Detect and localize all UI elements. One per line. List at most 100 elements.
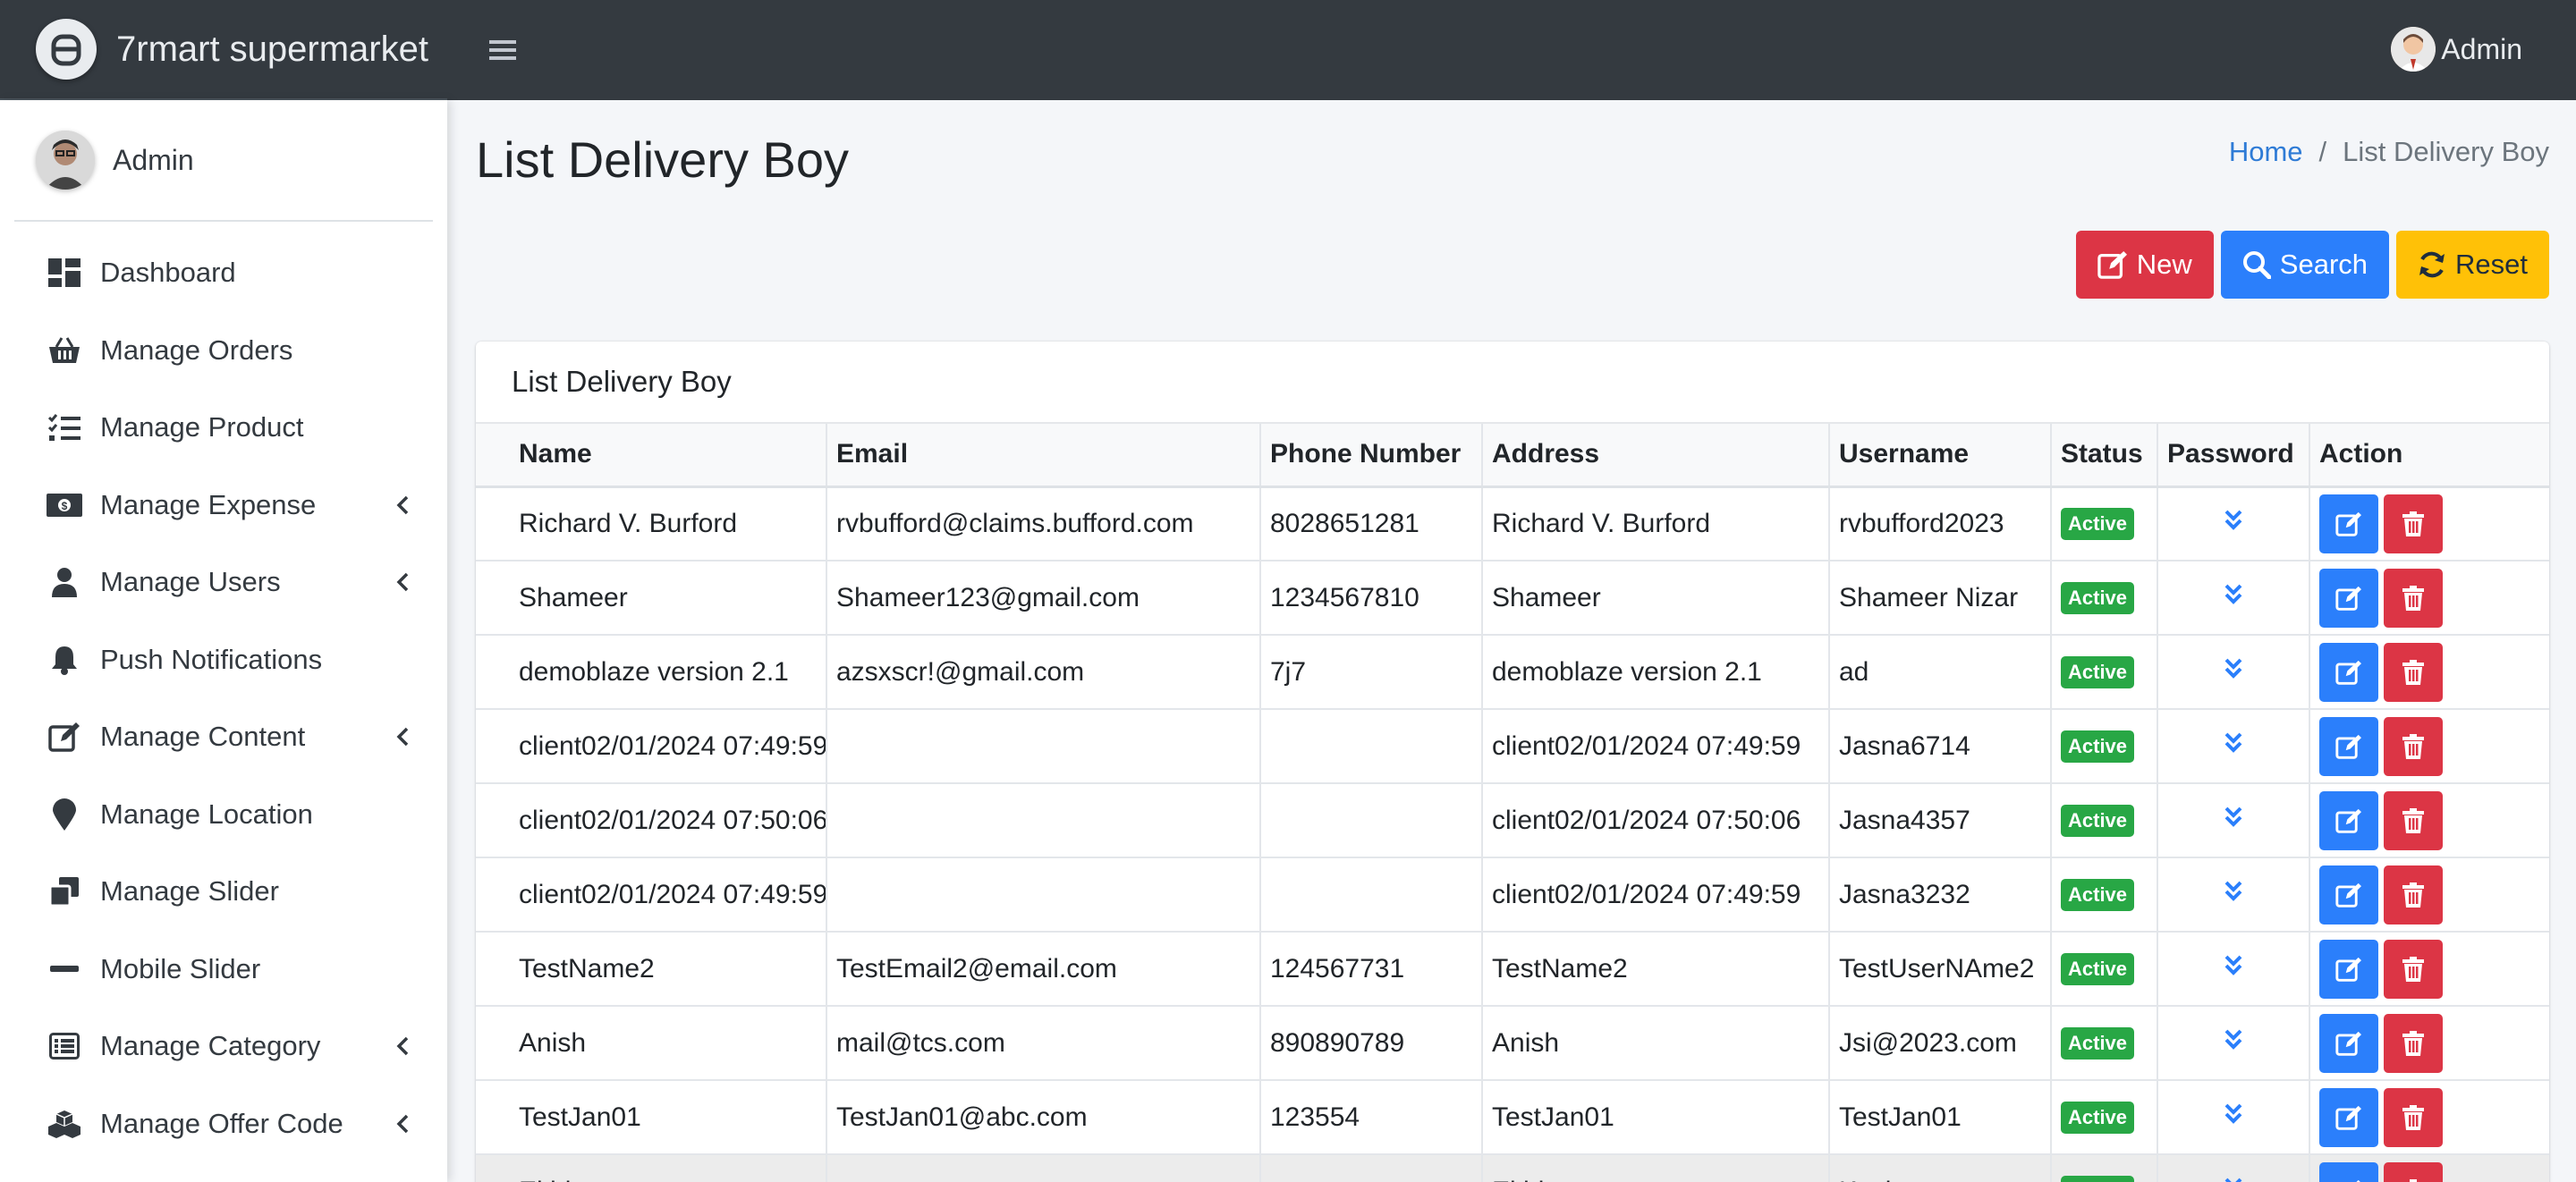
delete-row-button[interactable] <box>2384 865 2443 924</box>
sidebar-user-name: Admin <box>113 143 194 176</box>
column-header[interactable]: Name <box>476 424 827 488</box>
edit-row-button[interactable] <box>2319 568 2378 628</box>
edit-icon <box>2335 1031 2361 1056</box>
password-toggle-double-chevron-down-icon[interactable] <box>2224 1177 2243 1182</box>
column-header[interactable]: Password <box>2157 424 2310 488</box>
status-badge[interactable]: Active <box>2061 953 2135 985</box>
edit-row-button[interactable] <box>2319 716 2378 776</box>
password-toggle-double-chevron-down-icon[interactable] <box>2224 1028 2243 1059</box>
sidebar-item-manage-offer-code[interactable]: Manage Offer Code <box>0 1085 447 1163</box>
cell-name: client02/01/2024 07:49:59 <box>476 857 827 933</box>
status-badge[interactable]: Active <box>2061 805 2135 837</box>
cell-name: client02/01/2024 07:49:59 <box>476 709 827 784</box>
edit-row-button[interactable] <box>2319 1161 2378 1182</box>
password-toggle-double-chevron-down-icon[interactable] <box>2224 657 2243 688</box>
password-toggle-double-chevron-down-icon[interactable] <box>2224 583 2243 613</box>
sidebar-item-manage-expense[interactable]: $ Manage Expense <box>0 467 447 545</box>
column-header[interactable]: Status <box>2051 424 2158 488</box>
sidebar-item-manage-content[interactable]: Manage Content <box>0 698 447 776</box>
edit-row-button[interactable] <box>2319 642 2378 702</box>
sidebar-item-manage-location[interactable]: Manage Location <box>0 776 447 854</box>
password-toggle-double-chevron-down-icon[interactable] <box>2224 1102 2243 1133</box>
trash-icon <box>2402 807 2424 833</box>
edit-icon <box>2097 250 2127 279</box>
table-body: Richard V. Burford rvbufford@claims.buff… <box>476 486 2549 1182</box>
password-toggle-double-chevron-down-icon[interactable] <box>2224 731 2243 762</box>
trash-icon <box>2402 511 2424 536</box>
table-row: Anish mail@tcs.com 890890789 Anish Jsi@2… <box>476 1006 2549 1081</box>
sidebar-item-manage-users[interactable]: Manage Users <box>0 544 447 621</box>
sidebar-item-manage-product[interactable]: Manage Product <box>0 389 447 467</box>
edit-icon <box>47 719 82 755</box>
cell-action <box>2309 635 2549 710</box>
cell-status: Active <box>2051 857 2158 933</box>
sidebar-item-label: Manage Offer Code <box>100 1107 343 1139</box>
status-badge[interactable]: Active <box>2061 730 2135 763</box>
status-badge[interactable]: Active <box>2061 1027 2135 1060</box>
column-header[interactable]: Email <box>826 424 1261 488</box>
sidebar-item-label: Mobile Slider <box>100 952 261 984</box>
sidebar-item-dashboard[interactable]: Dashboard <box>0 234 447 312</box>
cell-status: Active <box>2051 1154 2158 1182</box>
delete-row-button[interactable] <box>2384 568 2443 628</box>
delete-row-button[interactable] <box>2384 494 2443 553</box>
search-button[interactable]: Search <box>2220 231 2390 299</box>
cell-email <box>826 783 1261 858</box>
status-badge[interactable]: Active <box>2061 879 2135 911</box>
cell-status: Active <box>2051 486 2158 561</box>
password-toggle-double-chevron-down-icon[interactable] <box>2224 880 2243 910</box>
breadcrumb-home-link[interactable]: Home <box>2229 136 2303 168</box>
sidebar-item-mobile-slider[interactable]: Mobile Slider <box>0 931 447 1009</box>
password-toggle-double-chevron-down-icon[interactable] <box>2224 954 2243 984</box>
new-button[interactable]: New <box>2075 231 2214 299</box>
edit-row-button[interactable] <box>2319 494 2378 553</box>
edit-row-button[interactable] <box>2319 939 2378 999</box>
cell-name: demoblaze version 2.1 <box>476 635 827 710</box>
status-badge[interactable]: Active <box>2061 1102 2135 1134</box>
delete-row-button[interactable] <box>2384 1087 2443 1147</box>
trash-icon <box>2402 659 2424 685</box>
sidebar-user-panel[interactable]: Admin <box>14 100 433 222</box>
password-toggle-double-chevron-down-icon[interactable] <box>2224 806 2243 836</box>
cell-password <box>2157 709 2310 784</box>
delete-row-button[interactable] <box>2384 1013 2443 1073</box>
sidebar-item-manage-orders[interactable]: Manage Orders <box>0 312 447 390</box>
password-toggle-double-chevron-down-icon[interactable] <box>2224 509 2243 539</box>
delivery-boy-card: List Delivery Boy Name Email Phone Numbe… <box>476 342 2549 1182</box>
cell-password <box>2157 857 2310 933</box>
status-badge[interactable]: Active <box>2061 1176 2135 1182</box>
sidebar-item-manage-slider[interactable]: Manage Slider <box>0 853 447 931</box>
column-header[interactable]: Username <box>1829 424 2052 488</box>
column-header[interactable]: Action <box>2309 424 2549 488</box>
status-badge[interactable]: Active <box>2061 656 2135 688</box>
sidebar-user-avatar <box>36 131 95 190</box>
delete-row-button[interactable] <box>2384 939 2443 999</box>
delete-row-button[interactable] <box>2384 642 2443 702</box>
table-row: Shameer Shameer123@gmail.com 1234567810 … <box>476 561 2549 636</box>
status-badge[interactable]: Active <box>2061 508 2135 541</box>
delete-row-button[interactable] <box>2384 790 2443 850</box>
delete-row-button[interactable] <box>2384 1161 2443 1182</box>
cell-name: Anish <box>476 1006 827 1081</box>
edit-row-button[interactable] <box>2319 790 2378 850</box>
brand-link[interactable]: 7rmart supermarket <box>0 0 447 100</box>
top-user-name: Admin <box>2441 32 2522 65</box>
cell-username: Shameer Nizar <box>1829 561 2052 636</box>
top-user-menu[interactable]: Admin <box>2391 27 2522 72</box>
delete-row-button[interactable] <box>2384 716 2443 776</box>
tasks-icon <box>47 409 82 445</box>
reset-button[interactable]: Reset <box>2396 231 2549 299</box>
sidebar-item-push-notifications[interactable]: Push Notifications <box>0 621 447 699</box>
edit-row-button[interactable] <box>2319 1087 2378 1147</box>
column-header[interactable]: Address <box>1482 424 1830 488</box>
cell-address: TestJan01 <box>1482 1080 1830 1155</box>
table-row: client02/01/2024 07:50:06 client02/01/20… <box>476 783 2549 858</box>
edit-row-button[interactable] <box>2319 865 2378 924</box>
edit-row-button[interactable] <box>2319 1013 2378 1073</box>
cell-username: Jasna6714 <box>1829 709 2052 784</box>
sidebar-item-manage-category[interactable]: Manage Category <box>0 1008 447 1085</box>
cell-phone: 123554 <box>1260 1080 1483 1155</box>
hamburger-menu-icon[interactable] <box>483 30 522 70</box>
column-header[interactable]: Phone Number <box>1260 424 1483 488</box>
status-badge[interactable]: Active <box>2061 582 2135 614</box>
